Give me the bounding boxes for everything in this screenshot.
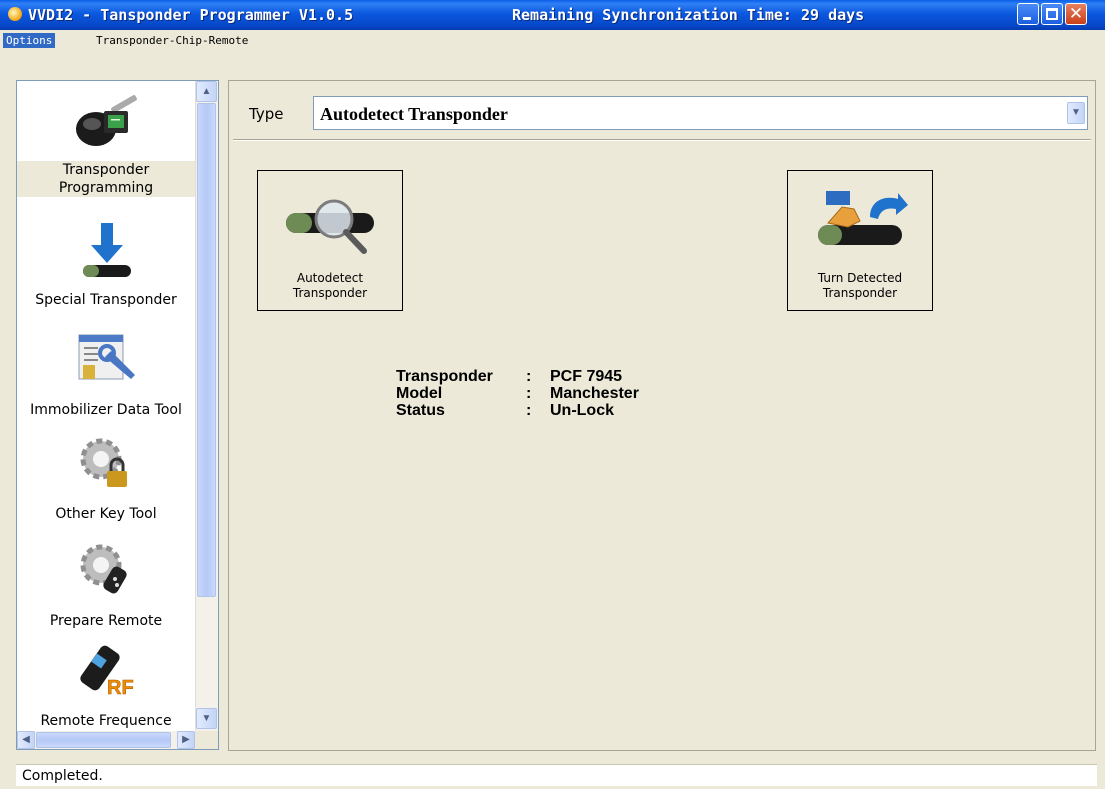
sidebar: Transponder Programming Special Transpon…: [16, 80, 219, 750]
autodetect-transponder-label: Autodetect Transponder: [258, 271, 402, 301]
button-label-line: Autodetect: [296, 271, 364, 285]
status-text: Completed.: [22, 768, 103, 784]
scroll-right-button[interactable]: ▶: [177, 731, 195, 749]
car-key-icon: [70, 91, 144, 153]
sidebar-item-other-key-tool[interactable]: Other Key Tool: [17, 431, 195, 531]
info-value: PCF 7945: [550, 368, 623, 385]
maximize-icon: [1046, 8, 1058, 20]
button-label-line: Transponder: [822, 286, 898, 300]
type-select[interactable]: Autodetect Transponder ▼: [313, 96, 1088, 130]
menu-options[interactable]: Options: [3, 33, 56, 48]
info-sep: :: [526, 368, 532, 385]
window-title: VVDI2 - Tansponder Programmer V1.0.5: [28, 6, 354, 24]
gear-remote-icon: [77, 541, 137, 605]
info-key: Status: [396, 402, 445, 419]
button-label-line: Transponder: [292, 286, 368, 300]
gear-lock-icon: [77, 435, 137, 499]
sidebar-item-label: Other Key Tool: [55, 506, 157, 522]
type-label: Type: [249, 105, 284, 123]
scroll-up-button[interactable]: ▲: [196, 81, 217, 102]
sidebar-item-special-transponder[interactable]: Special Transponder: [17, 221, 195, 321]
download-transponder-icon: [79, 221, 135, 285]
divider: [233, 139, 1091, 141]
info-sep: :: [526, 402, 532, 419]
app-icon: [8, 7, 22, 21]
sidebar-item-remote-frequence[interactable]: RF Remote Frequence: [17, 638, 195, 731]
close-icon: ✕: [1068, 4, 1084, 24]
immobilizer-tool-icon: [75, 331, 139, 389]
sidebar-horizontal-scrollbar[interactable]: ◀ ▶: [17, 731, 195, 749]
minimize-icon: [1023, 17, 1031, 20]
scroll-thumb-horizontal[interactable]: [36, 732, 171, 748]
sidebar-item-label: Transponder Programming: [17, 161, 195, 197]
menu-bar: Options Transponder-Chip-Remote: [0, 30, 1105, 50]
button-label-line: Turn Detected: [817, 271, 903, 285]
scroll-thumb[interactable]: [197, 103, 216, 597]
info-value: Un-Lock: [550, 402, 614, 419]
info-key: Transponder: [396, 368, 493, 385]
main-panel: Type Autodetect Transponder ▼ Autodetect…: [228, 80, 1096, 751]
sidebar-item-label: Special Transponder: [35, 292, 177, 308]
menu-transponder-chip-remote[interactable]: Transponder-Chip-Remote: [93, 33, 251, 48]
sidebar-item-label: Remote Frequence: [40, 713, 172, 729]
title-bar[interactable]: VVDI2 - Tansponder Programmer V1.0.5 Rem…: [0, 0, 1105, 30]
minimize-button[interactable]: [1017, 3, 1039, 25]
magnifier-transponder-icon: [284, 189, 378, 264]
sidebar-list: Transponder Programming Special Transpon…: [17, 81, 195, 731]
sidebar-label-line: Programming: [58, 180, 154, 196]
chevron-down-icon[interactable]: ▼: [1067, 102, 1085, 124]
hand-transponder-icon: [814, 187, 908, 262]
type-select-value: Autodetect Transponder: [320, 104, 508, 124]
status-bar: Completed.: [16, 764, 1097, 786]
info-sep: :: [526, 385, 532, 402]
autodetect-transponder-button[interactable]: Autodetect Transponder: [257, 170, 403, 311]
scroll-down-button[interactable]: ▼: [196, 708, 217, 729]
turn-detected-transponder-button[interactable]: Turn Detected Transponder: [787, 170, 933, 311]
sidebar-item-transponder-programming[interactable]: Transponder Programming: [17, 83, 195, 201]
scroll-corner: [195, 731, 218, 749]
close-button[interactable]: ✕: [1065, 3, 1087, 25]
info-key: Model: [396, 385, 443, 402]
info-value: Manchester: [550, 385, 639, 402]
remaining-sync-time: Remaining Synchronization Time: 29 days: [512, 6, 865, 24]
sidebar-item-immobilizer-data-tool[interactable]: Immobilizer Data Tool: [17, 331, 195, 431]
scroll-left-button[interactable]: ◀: [17, 731, 35, 749]
sidebar-label-line: Transponder: [62, 162, 150, 178]
maximize-button[interactable]: [1041, 3, 1063, 25]
sidebar-vertical-scrollbar[interactable]: ▲ ▼: [195, 81, 218, 731]
sidebar-item-label: Prepare Remote: [49, 613, 163, 629]
sidebar-item-prepare-remote[interactable]: Prepare Remote: [17, 537, 195, 637]
rf-remote-icon: RF: [77, 640, 137, 704]
turn-detected-transponder-label: Turn Detected Transponder: [788, 271, 932, 301]
sidebar-item-label: Immobilizer Data Tool: [30, 402, 182, 418]
svg-text:RF: RF: [107, 677, 134, 699]
